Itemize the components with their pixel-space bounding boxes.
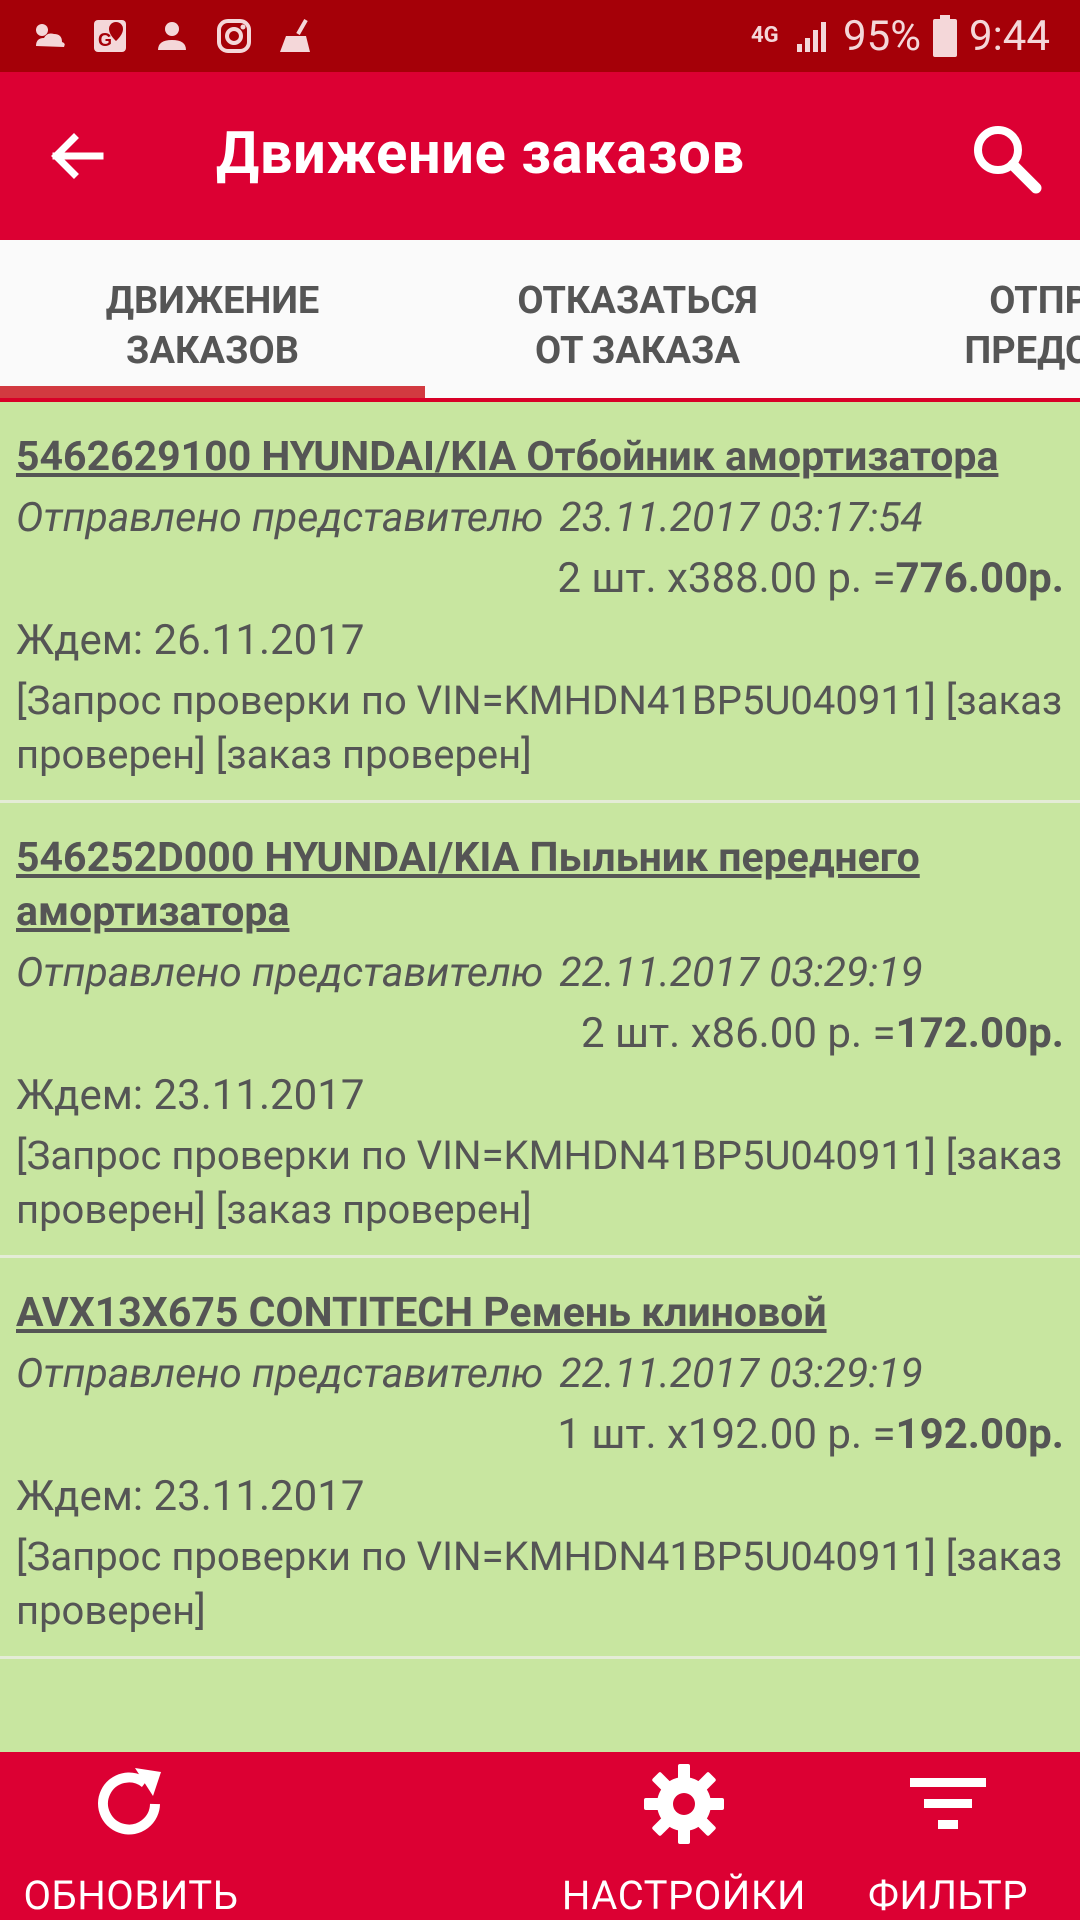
order-datetime: 22.11.2017 03:29:19	[559, 1350, 923, 1398]
filter-label: ФИЛЬТР	[867, 1872, 1029, 1919]
settings-button[interactable]: НАСТРОЙКИ	[556, 1762, 812, 1919]
settings-label: НАСТРОЙКИ	[561, 1872, 807, 1919]
order-status-text: Отправлено представителю	[16, 1350, 544, 1398]
signal-icon	[797, 22, 827, 52]
order-quantity-price: 2 шт. x86.00 р. =	[580, 1009, 896, 1058]
account-icon	[158, 22, 186, 50]
order-status: Отправлено представителю 23.11.2017 03:17…	[16, 488, 1064, 548]
order-price: 2 шт. x388.00 р. =776.00р.	[16, 548, 1064, 610]
order-status-text: Отправлено представителю	[16, 949, 544, 997]
order-price: 2 шт. x86.00 р. =172.00р.	[16, 1003, 1064, 1065]
order-datetime: 22.11.2017 03:29:19	[559, 949, 923, 997]
order-datetime: 23.11.2017 03:17:54	[559, 494, 923, 542]
maps-icon: G	[94, 20, 126, 52]
order-title-link[interactable]: AVX13X675 CONTITECH Ремень клиновой	[16, 1286, 1064, 1340]
refresh-button[interactable]: ОБНОВИТЬ	[16, 1762, 246, 1919]
tab-order-movement[interactable]: ДВИЖЕНИЕ ЗАКАЗОВ	[0, 276, 425, 376]
clock: 9:44	[969, 11, 1050, 61]
gear-icon	[644, 1764, 724, 1844]
refresh-icon	[98, 1768, 161, 1835]
battery-percent: 95%	[843, 11, 921, 61]
page-title: Движение заказов	[216, 120, 745, 188]
list-item[interactable]: 546252D000 HYUNDAI/KIA Пыльник переднего…	[0, 803, 1080, 1258]
app-bar: Движение заказов	[0, 72, 1080, 240]
filter-icon	[910, 1778, 986, 1829]
tab-label-line2: ПРЕДСТАВ	[964, 329, 1080, 373]
tab-label-line1: ОТПРАВ	[989, 279, 1080, 323]
order-title-link[interactable]: 546252D000 HYUNDAI/KIA Пыльник переднего…	[16, 831, 1064, 939]
instagram-icon	[217, 19, 251, 53]
order-price: 1 шт. x192.00 р. =192.00р.	[16, 1404, 1064, 1466]
broom-icon	[280, 19, 310, 52]
refresh-label: ОБНОВИТЬ	[23, 1872, 239, 1919]
order-wait-date: Ждем: 26.11.2017	[16, 616, 365, 665]
tab-sent-to-representative[interactable]: ОТПРАВ ПРЕДСТАВ	[850, 276, 1080, 376]
order-wait-date: Ждем: 23.11.2017	[16, 1472, 365, 1521]
order-note: [Запрос проверки по VIN=KMHDN41BP5U04091…	[16, 677, 1063, 778]
battery-icon	[933, 15, 957, 57]
network-type: 4G	[751, 23, 779, 48]
status-bar-system: 4G 95% 9:44	[751, 8, 1050, 64]
tab-label-line2: ЗАКАЗОВ	[125, 329, 299, 373]
order-status: Отправлено представителю 22.11.2017 03:29…	[16, 943, 1064, 1003]
orders-list[interactable]: 5462629100 HYUNDAI/KIA Отбойник амортиза…	[0, 402, 1080, 1752]
order-wait-date: Ждем: 23.11.2017	[16, 1071, 365, 1120]
order-total: 776.00р.	[895, 554, 1064, 603]
tab-label-line1: ОТКАЗАТЬСЯ	[517, 279, 758, 323]
tab-label-line1: ДВИЖЕНИЕ	[105, 279, 320, 323]
selected-tab-indicator	[0, 386, 425, 398]
order-note: [Запрос проверки по VIN=KMHDN41BP5U04091…	[16, 1132, 1063, 1233]
order-title-link[interactable]: 5462629100 HYUNDAI/KIA Отбойник амортиза…	[16, 430, 1064, 484]
list-item[interactable]: AVX13X675 CONTITECH Ремень клиновой Отпр…	[0, 1258, 1080, 1659]
status-bar: G 4G 95% 9:44	[0, 0, 1080, 72]
order-total: 192.00р.	[895, 1410, 1064, 1459]
list-item[interactable]: 5462629100 HYUNDAI/KIA Отбойник амортиза…	[0, 402, 1080, 803]
tab-cancel-order[interactable]: ОТКАЗАТЬСЯ ОТ ЗАКАЗА	[425, 276, 850, 376]
order-note: [Запрос проверки по VIN=KMHDN41BP5U04091…	[16, 1533, 1063, 1634]
order-quantity-price: 1 шт. x192.00 р. =	[557, 1410, 896, 1459]
weather-icon	[36, 24, 65, 47]
order-status: Отправлено представителю 22.11.2017 03:29…	[16, 1344, 1064, 1404]
order-total: 172.00р.	[895, 1009, 1064, 1058]
bottom-action-bar: ОБНОВИТЬ НАСТРОЙКИ ФИЛЬТР	[0, 1752, 1080, 1920]
status-bar-notifications: G	[28, 14, 316, 58]
tab-bar: ДВИЖЕНИЕ ЗАКАЗОВ ОТКАЗАТЬСЯ ОТ ЗАКАЗА ОТ…	[0, 240, 1080, 402]
order-status-text: Отправлено представителю	[16, 494, 544, 542]
order-quantity-price: 2 шт. x388.00 р. =	[557, 554, 896, 603]
filter-button[interactable]: ФИЛЬТР	[860, 1762, 1036, 1919]
tab-label-line2: ОТ ЗАКАЗА	[534, 329, 741, 373]
back-arrow-icon[interactable]	[40, 118, 116, 194]
search-icon[interactable]	[966, 118, 1046, 198]
